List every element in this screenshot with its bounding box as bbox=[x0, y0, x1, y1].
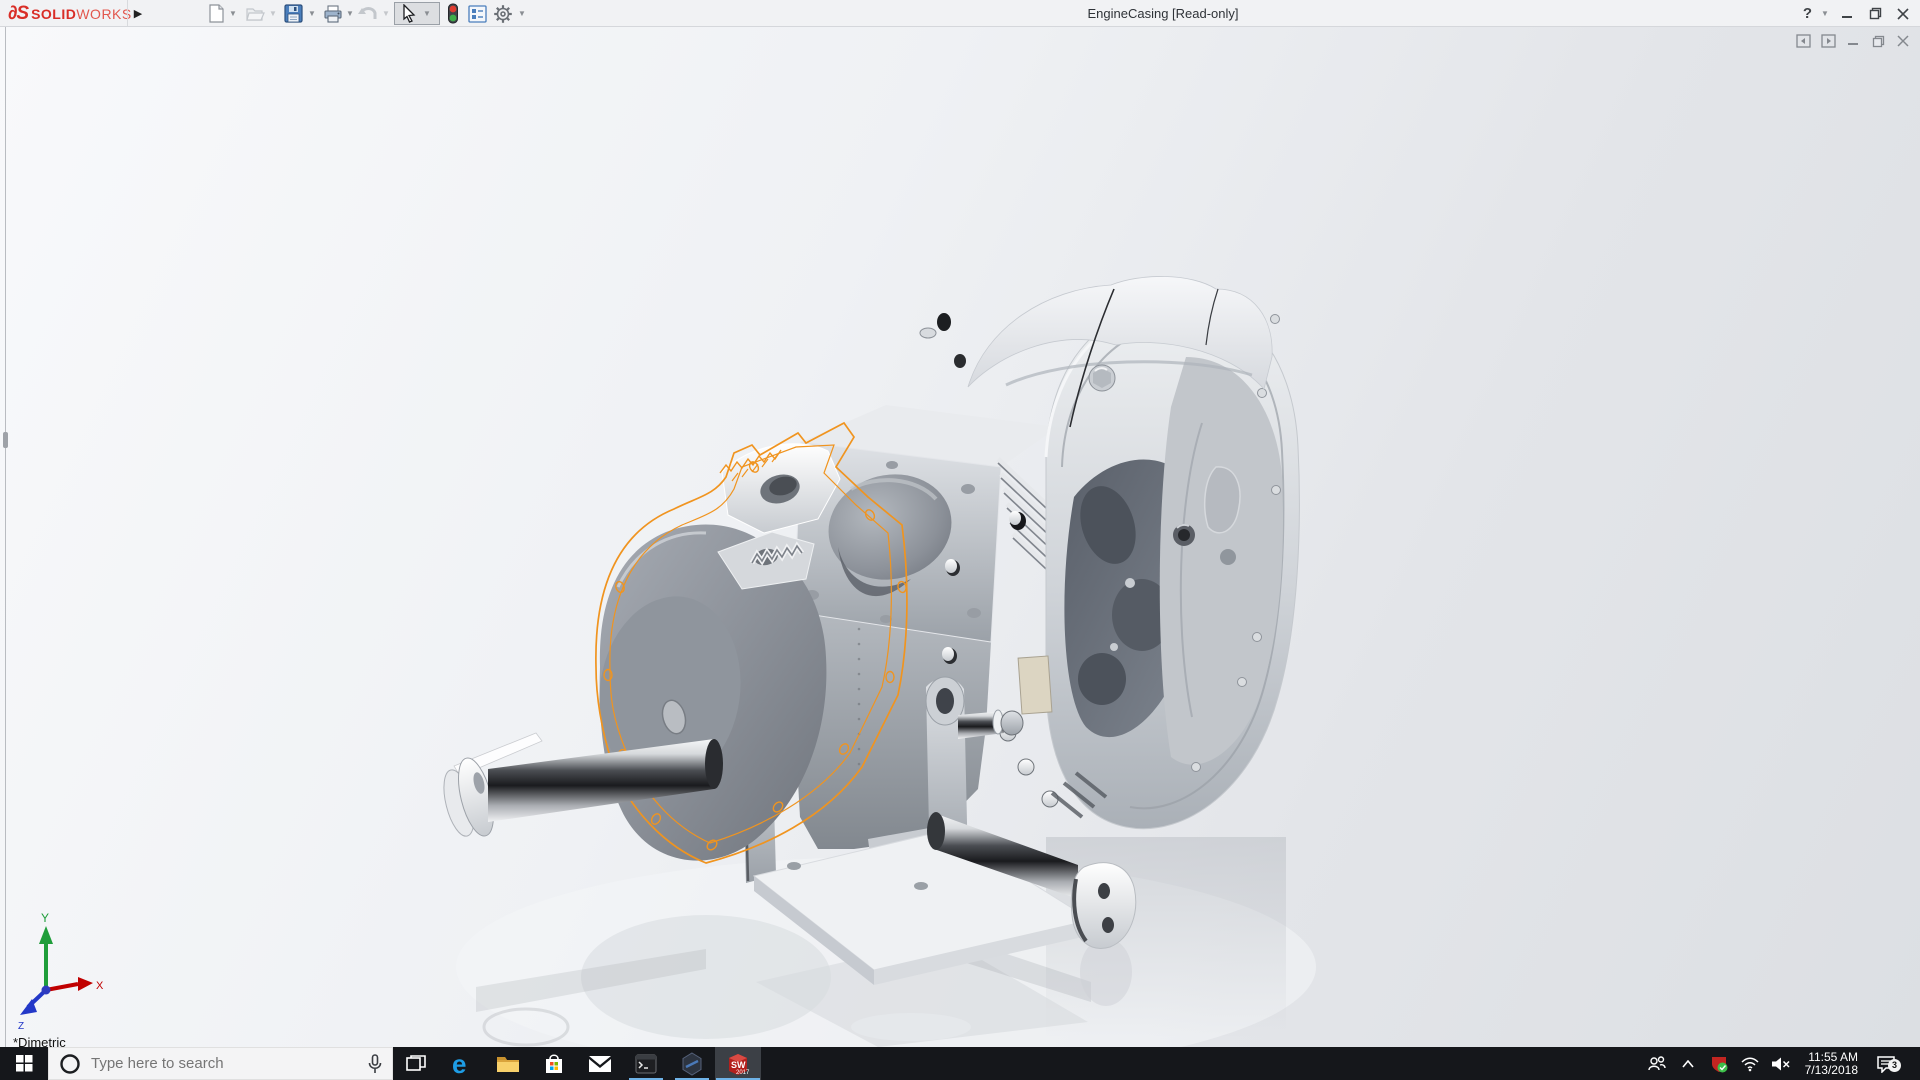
svg-text:e: e bbox=[452, 1052, 466, 1076]
rebuild-button[interactable] bbox=[442, 3, 464, 24]
file-explorer-icon bbox=[496, 1054, 520, 1074]
spacer-plate bbox=[1018, 656, 1052, 714]
store-button[interactable] bbox=[531, 1047, 577, 1080]
help-button[interactable]: ? bbox=[1801, 5, 1814, 22]
svg-text:SW: SW bbox=[731, 1060, 746, 1070]
save-button[interactable] bbox=[282, 3, 304, 24]
graphics-viewport[interactable]: Y X Z *Dimetric bbox=[0, 27, 1920, 1047]
taskbar-clock[interactable]: 11:55 AM 7/13/2018 bbox=[1801, 1051, 1862, 1077]
new-document-icon bbox=[208, 4, 225, 23]
command-prompt-button[interactable] bbox=[623, 1047, 669, 1080]
system-tray: 11:55 AM 7/13/2018 3 bbox=[1646, 1047, 1920, 1080]
svg-text:Y: Y bbox=[41, 911, 49, 925]
close-button[interactable] bbox=[1892, 4, 1914, 24]
new-document-button[interactable] bbox=[205, 3, 227, 24]
select-cursor-icon bbox=[400, 4, 418, 23]
command-prompt-icon bbox=[635, 1054, 657, 1074]
print-icon bbox=[323, 5, 343, 23]
undo-icon bbox=[357, 5, 379, 23]
menu-flyout-arrow[interactable]: ▶ bbox=[130, 3, 146, 23]
close-icon bbox=[1897, 8, 1909, 20]
wifi-icon[interactable] bbox=[1739, 1056, 1761, 1072]
svg-text:X: X bbox=[96, 980, 104, 992]
mail-button[interactable] bbox=[577, 1047, 623, 1080]
solidworks-logo: ∂S SOLID WORKS bbox=[8, 2, 132, 25]
restore-icon bbox=[1869, 7, 1882, 20]
print-button[interactable] bbox=[322, 3, 344, 24]
solidworks-logo-glyph: ∂S bbox=[8, 3, 28, 25]
rebuild-traffic-light-icon bbox=[447, 3, 459, 24]
save-dropdown[interactable]: ▼ bbox=[307, 9, 317, 19]
store-icon bbox=[543, 1053, 565, 1075]
orientation-triad: Y X Z bbox=[18, 911, 104, 1032]
mail-icon bbox=[588, 1055, 612, 1073]
open-button[interactable] bbox=[245, 3, 267, 24]
hub-bolt bbox=[1173, 524, 1195, 546]
options-dropdown[interactable]: ▼ bbox=[517, 9, 527, 19]
task-view-button[interactable] bbox=[393, 1047, 439, 1080]
search-input[interactable] bbox=[91, 1055, 341, 1072]
undo-dropdown: ▼ bbox=[381, 9, 391, 19]
open-folder-icon bbox=[246, 5, 266, 22]
cortana-icon bbox=[59, 1053, 81, 1075]
gear-icon bbox=[493, 4, 513, 24]
print-dropdown[interactable]: ▼ bbox=[345, 9, 355, 19]
clock-date: 7/13/2018 bbox=[1805, 1064, 1858, 1077]
task-view-icon bbox=[406, 1055, 426, 1073]
file-properties-button[interactable] bbox=[466, 3, 488, 24]
svg-text:Z: Z bbox=[18, 1021, 24, 1032]
solidworks-2017-icon: SW 2017 bbox=[725, 1051, 751, 1077]
taskbar-search[interactable] bbox=[48, 1047, 393, 1080]
new-document-dropdown[interactable]: ▼ bbox=[228, 9, 238, 19]
open-dropdown: ▼ bbox=[268, 9, 278, 19]
clock-time: 11:55 AM bbox=[1805, 1051, 1858, 1064]
options-button[interactable] bbox=[492, 3, 514, 24]
people-icon[interactable] bbox=[1646, 1056, 1668, 1072]
help-dropdown[interactable]: ▼ bbox=[1820, 9, 1830, 19]
hexagon-app-icon bbox=[680, 1052, 704, 1076]
minimize-button[interactable] bbox=[1836, 4, 1858, 24]
windows-logo-icon bbox=[16, 1055, 33, 1072]
select-tool-active[interactable]: ▼ bbox=[394, 2, 440, 25]
show-hidden-icons-chevron[interactable] bbox=[1677, 1060, 1699, 1068]
divider bbox=[127, 0, 128, 26]
minimize-icon bbox=[1841, 8, 1853, 20]
document-title: EngineCasing [Read-only] bbox=[1087, 6, 1238, 21]
solidworks-resource-monitor-icon[interactable] bbox=[1708, 1055, 1730, 1073]
microphone-icon[interactable] bbox=[368, 1054, 382, 1074]
solidworks-2017-button[interactable]: SW 2017 bbox=[715, 1047, 761, 1080]
volume-muted-icon[interactable] bbox=[1770, 1056, 1792, 1072]
windows-taskbar: e bbox=[0, 1047, 1920, 1080]
engine-casing-model: Y X Z bbox=[6, 27, 1920, 1047]
edge-button[interactable]: e bbox=[439, 1047, 485, 1080]
save-floppy-icon bbox=[284, 4, 303, 23]
cover-hex-bolt bbox=[1089, 365, 1115, 391]
view-orientation-label: *Dimetric bbox=[13, 1035, 66, 1047]
action-center-button[interactable]: 3 bbox=[1871, 1055, 1901, 1073]
undo-button bbox=[357, 3, 379, 24]
hexagon-app-button[interactable] bbox=[669, 1047, 715, 1080]
title-bar: ∂S SOLID WORKS ▶ ▼ ▼ ▼ bbox=[0, 0, 1920, 27]
file-properties-icon bbox=[468, 5, 487, 23]
start-button[interactable] bbox=[0, 1047, 48, 1080]
notification-badge: 3 bbox=[1888, 1059, 1901, 1072]
lower-bolt-stack bbox=[1000, 725, 1058, 807]
restore-button[interactable] bbox=[1864, 4, 1886, 24]
file-explorer-button[interactable] bbox=[485, 1047, 531, 1080]
select-dropdown[interactable]: ▼ bbox=[422, 9, 432, 19]
edge-icon: e bbox=[450, 1052, 474, 1076]
cover-knob bbox=[937, 313, 951, 331]
svg-text:2017: 2017 bbox=[736, 1070, 750, 1076]
